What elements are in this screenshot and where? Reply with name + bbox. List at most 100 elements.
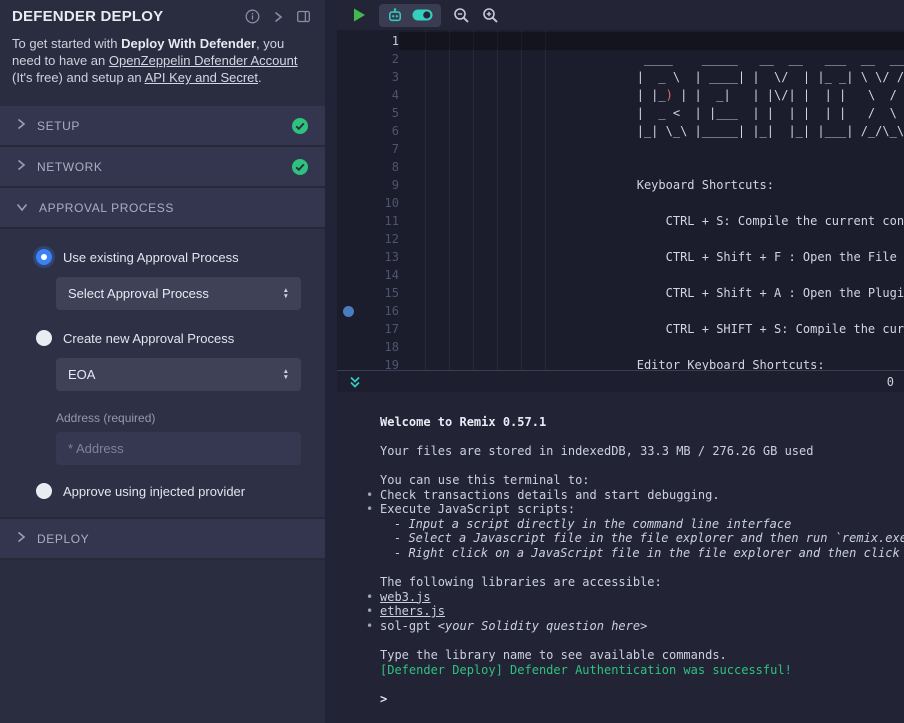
gutter-glyph-margin[interactable]: [337, 266, 357, 284]
gutter-glyph-margin[interactable]: [337, 338, 357, 356]
gutter-glyph-margin[interactable]: [337, 104, 357, 122]
zoom-out-icon[interactable]: [453, 7, 470, 24]
radio-create-new-approval[interactable]: Create new Approval Process: [36, 330, 301, 346]
chevron-right-icon: [16, 158, 26, 176]
panel-resize-handle[interactable]: [325, 0, 337, 723]
gutter-glyph-margin[interactable]: [337, 32, 357, 50]
gutter-glyph-margin[interactable]: [337, 302, 357, 320]
gutter-glyph-margin[interactable]: [337, 140, 357, 158]
line-content: CTRL + Shift + A : Open the Plugin Manag…: [399, 284, 904, 302]
editor-line[interactable]: 17CTRL + SHIFT + S: Compile the current …: [337, 320, 904, 338]
bullet-icon: •: [366, 619, 373, 634]
gutter-glyph-margin[interactable]: [337, 320, 357, 338]
api-key-link[interactable]: API Key and Secret: [145, 70, 258, 85]
gutter-glyph-margin[interactable]: [337, 212, 357, 230]
gutter-glyph-margin[interactable]: [337, 248, 357, 266]
address-input[interactable]: [56, 432, 301, 465]
gutter-glyph-margin[interactable]: [337, 86, 357, 104]
terminal-prompt[interactable]: >: [337, 692, 904, 707]
terminal-line: Your files are stored in indexedDB, 33.3…: [337, 444, 904, 459]
editor-line[interactable]: 9Keyboard Shortcuts:: [337, 176, 904, 194]
section-setup[interactable]: SETUP: [0, 106, 325, 147]
chevron-right-icon[interactable]: [272, 10, 284, 24]
terminal-line: - Select a Javascript file in the file e…: [337, 531, 904, 546]
gutter-glyph-margin[interactable]: [337, 68, 357, 86]
line-content: ____ _____ __ __ ___ __ __ ___ ____ ____…: [399, 50, 904, 68]
approval-type-select[interactable]: EOA ▲▼: [56, 358, 301, 391]
terminal-line: •ethers.js: [337, 604, 904, 619]
gutter-glyph-margin[interactable]: [337, 284, 357, 302]
radio-unchecked-icon: [36, 330, 52, 346]
editor-line[interactable]: 2 ____ _____ __ __ ___ __ __ ___ ____ __…: [337, 50, 904, 68]
remix-ai-icon[interactable]: [387, 8, 403, 23]
radio-label: Create new Approval Process: [63, 331, 234, 346]
section-approval-process[interactable]: APPROVAL PROCESS: [0, 188, 325, 229]
terminal-line: - Input a script directly in the command…: [337, 517, 904, 532]
info-icon[interactable]: [245, 9, 260, 24]
run-script-button[interactable]: [352, 7, 367, 23]
editor-line[interactable]: 14: [337, 266, 904, 284]
editor-line[interactable]: 4| |_) | | _| | |\/| | | | \ / | | | | |…: [337, 86, 904, 104]
editor-line[interactable]: 5| _ < | |___ | | | | | | / \ | | | |_| …: [337, 104, 904, 122]
approval-process-select[interactable]: Select Approval Process ▲▼: [56, 277, 301, 310]
editor-line[interactable]: 6|_| \_\ |_____| |_| |_| |___| /_/\_\ |_…: [337, 122, 904, 140]
intro-bold: Deploy With Defender: [121, 36, 256, 51]
terminal-line: [337, 677, 904, 692]
toggle-switch-icon[interactable]: [412, 9, 433, 21]
pin-panel-icon[interactable]: [296, 9, 311, 24]
gutter-glyph-margin[interactable]: [337, 194, 357, 212]
gutter-glyph-margin[interactable]: [337, 122, 357, 140]
editor-toolbar: [337, 0, 904, 30]
transaction-count-badge: 0: [887, 375, 894, 389]
breakpoint-icon[interactable]: [343, 306, 354, 317]
gutter-glyph-margin[interactable]: [337, 176, 357, 194]
line-number: 15: [357, 284, 399, 302]
zoom-in-icon[interactable]: [482, 7, 499, 24]
defender-account-link[interactable]: OpenZeppelin Defender Account: [109, 53, 298, 68]
line-number: 17: [357, 320, 399, 338]
chevron-right-icon: [16, 530, 26, 548]
line-number: 3: [357, 68, 399, 86]
section-network[interactable]: NETWORK: [0, 147, 325, 188]
gutter-glyph-margin[interactable]: [337, 356, 357, 370]
line-content: [399, 302, 904, 320]
editor-line[interactable]: 18: [337, 338, 904, 356]
terminal-line: You can use this terminal to:: [337, 473, 904, 488]
editor-line[interactable]: 7: [337, 140, 904, 158]
terminal-line: Welcome to Remix 0.57.1: [337, 415, 904, 430]
collapse-terminal-icon[interactable]: [348, 375, 362, 389]
code-editor[interactable]: 12 ____ _____ __ __ ___ __ __ ___ ____ _…: [337, 30, 904, 370]
editor-line[interactable]: 3| _ \ | ____| | \/ | |_ _| \ \/ / |_ _|…: [337, 68, 904, 86]
line-number: 18: [357, 338, 399, 356]
editor-line[interactable]: 12: [337, 230, 904, 248]
editor-line[interactable]: 10: [337, 194, 904, 212]
library-link[interactable]: ethers.js: [380, 604, 445, 618]
gutter-glyph-margin[interactable]: [337, 230, 357, 248]
editor-line[interactable]: 13CTRL + Shift + F : Open the File Explo…: [337, 248, 904, 266]
terminal-line: The following libraries are accessible:: [337, 575, 904, 590]
address-field: Address (required): [56, 411, 301, 465]
editor-terminal-area: 12 ____ _____ __ __ ___ __ __ ___ ____ _…: [337, 0, 904, 723]
editor-line[interactable]: 15CTRL + Shift + A : Open the Plugin Man…: [337, 284, 904, 302]
terminal-line: •Execute JavaScript scripts:: [337, 502, 904, 517]
line-number: 1: [357, 32, 399, 50]
radio-label: Use existing Approval Process: [63, 250, 239, 265]
editor-line[interactable]: 8: [337, 158, 904, 176]
chevron-down-icon: [16, 199, 28, 217]
library-link[interactable]: web3.js: [380, 590, 431, 604]
line-content: [399, 158, 904, 176]
panel-header-actions: [245, 9, 311, 24]
editor-line[interactable]: 1: [337, 32, 904, 50]
gutter-glyph-margin[interactable]: [337, 50, 357, 68]
editor-line[interactable]: 11CTRL + S: Compile the current contract: [337, 212, 904, 230]
line-number: 2: [357, 50, 399, 68]
gutter-glyph-margin[interactable]: [337, 158, 357, 176]
terminal[interactable]: Welcome to Remix 0.57.1 Your files are st…: [337, 392, 904, 723]
editor-line[interactable]: 16: [337, 302, 904, 320]
radio-use-existing-approval[interactable]: Use existing Approval Process: [36, 249, 301, 265]
terminal-line: - Right click on a JavaScript file in th…: [337, 546, 904, 561]
section-deploy[interactable]: DEPLOY: [0, 519, 325, 560]
section-label: APPROVAL PROCESS: [39, 201, 174, 215]
editor-line[interactable]: 19Editor Keyboard Shortcuts:: [337, 356, 904, 370]
radio-injected-provider[interactable]: Approve using injected provider: [36, 483, 301, 499]
